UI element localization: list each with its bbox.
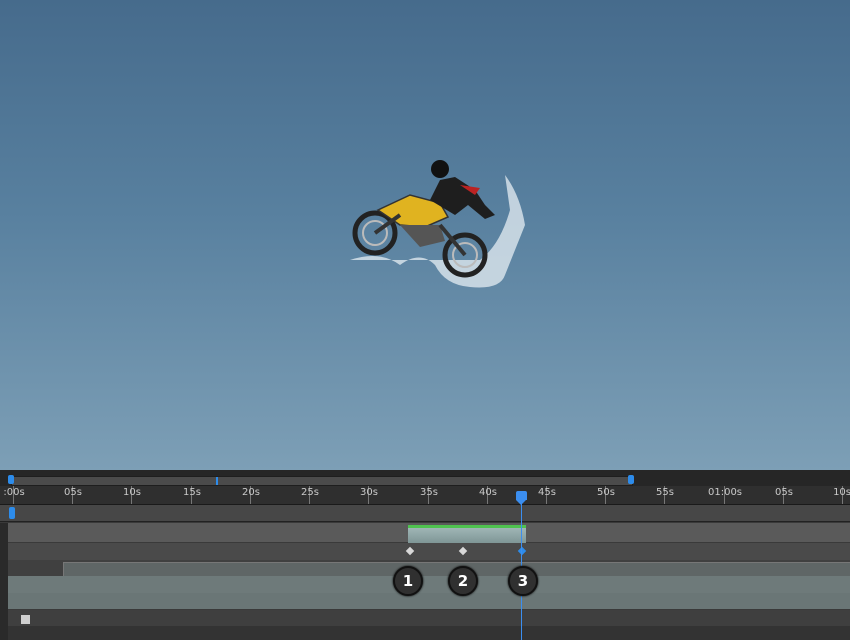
ruler-label: 10s: [833, 487, 850, 498]
ruler-label: 55s: [656, 487, 674, 498]
ruler-tick: 25s: [301, 486, 319, 504]
ruler-label: 30s: [360, 487, 378, 498]
ruler-tick: 01:00s: [708, 486, 742, 504]
ruler-label: 35s: [420, 487, 438, 498]
ruler-tick: 10s: [123, 486, 141, 504]
work-area-start-handle[interactable]: [9, 507, 15, 519]
track-row[interactable]: [0, 626, 850, 640]
ruler-label: 45s: [538, 487, 556, 498]
ruler-tick: 10s: [833, 486, 850, 504]
ruler-label: 05s: [64, 487, 82, 498]
ruler-tick: 05s: [64, 486, 82, 504]
keyframe-row[interactable]: [0, 543, 850, 560]
ruler-tick: 05s: [775, 486, 793, 504]
video-viewer: [0, 0, 850, 470]
layer-clip[interactable]: [408, 525, 526, 544]
layer-switch-icon[interactable]: [21, 615, 30, 624]
ruler-label: 10s: [123, 487, 141, 498]
track-row[interactable]: [0, 593, 850, 609]
playhead-handle-tip: [516, 500, 526, 505]
ruler-label: 25s: [301, 487, 319, 498]
playhead-handle[interactable]: [516, 491, 527, 500]
ruler-label: 01:00s: [707, 487, 743, 498]
ruler-tick: 55s: [656, 486, 674, 504]
ruler-label: 05s: [775, 487, 793, 498]
track-row[interactable]: [0, 576, 850, 593]
timeline-panel: :00s 05s 10s 15s 20s 25s 30s 35s 40s 45s…: [0, 470, 850, 640]
callout-2: 2: [448, 566, 478, 596]
ruler-label: 20s: [242, 487, 260, 498]
ruler-tick: 45s: [538, 486, 556, 504]
time-ruler[interactable]: :00s 05s 10s 15s 20s 25s 30s 35s 40s 45s…: [0, 486, 850, 505]
ruler-tick: 20s: [242, 486, 260, 504]
callout-1: 1: [393, 566, 423, 596]
navigator-range[interactable]: [11, 476, 633, 486]
navigator-end-handle[interactable]: [628, 475, 634, 484]
ruler-tick: 50s: [597, 486, 615, 504]
motocross-rider-icon: [350, 160, 525, 288]
navigator-start-handle[interactable]: [8, 475, 14, 484]
navigator-marker: [216, 477, 218, 485]
ruler-label: 50s: [597, 487, 615, 498]
ruler-tick: :00s: [3, 486, 25, 504]
ruler-label: 15s: [183, 487, 201, 498]
ruler-tick: 40s: [479, 486, 497, 504]
ruler-tick: 35s: [420, 486, 438, 504]
ruler-tick: 30s: [360, 486, 378, 504]
track-header-strip: [0, 523, 8, 640]
ruler-label: 40s: [479, 487, 497, 498]
ruler-tick: 15s: [183, 486, 201, 504]
ruler-label: :00s: [3, 487, 25, 498]
timeline-navigator[interactable]: [0, 470, 850, 486]
track-row[interactable]: [0, 610, 850, 626]
work-area-bar[interactable]: [0, 505, 850, 522]
callout-3: 3: [508, 566, 538, 596]
